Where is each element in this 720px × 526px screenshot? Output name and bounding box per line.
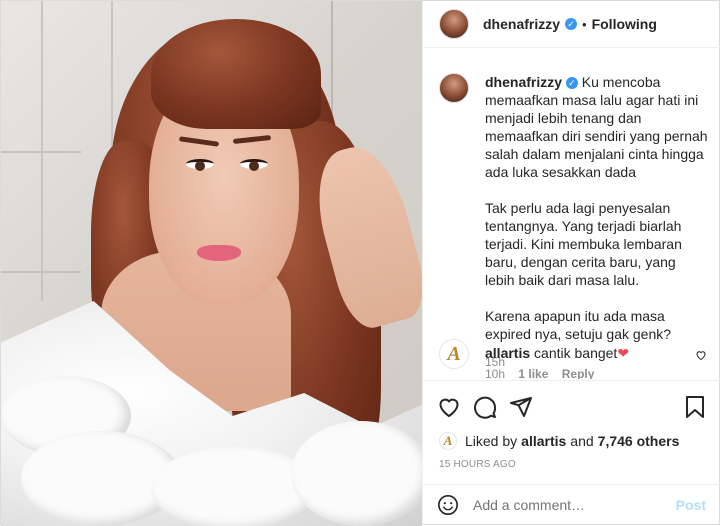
author-avatar[interactable]	[439, 9, 469, 39]
comment-likes[interactable]: 1 like	[518, 367, 548, 379]
post-timestamp[interactable]: 15 HOURS AGO	[439, 459, 516, 470]
comment-reply-button[interactable]: Reply	[562, 367, 595, 379]
liked-by-user[interactable]: allartis	[521, 433, 566, 449]
add-comment-input[interactable]	[473, 493, 663, 517]
post-header: dhenafrizzy ✓ • Following	[423, 1, 720, 48]
comment-row: A allartis cantik banget❤ 10h 1 like Rep…	[439, 339, 709, 379]
comment-meta: 10h 1 like Reply	[485, 367, 594, 379]
comment-username[interactable]: allartis	[485, 345, 530, 361]
caption-username[interactable]: dhenafrizzy	[485, 74, 562, 90]
caption-text: Ku mencoba memaafkan masa lalu agar hati…	[485, 74, 708, 342]
liker-avatar-icon[interactable]: A	[439, 432, 457, 450]
liked-by-count[interactable]: 7,746 others	[598, 433, 680, 449]
post-side-panel: dhenafrizzy ✓ • Following dhenafrizzy ✓ …	[422, 1, 720, 524]
verified-badge-icon: ✓	[565, 77, 578, 90]
caption-avatar[interactable]	[439, 73, 469, 103]
comment-text: cantik banget	[534, 345, 618, 361]
liked-by-conjunction: and	[570, 433, 594, 449]
comments-area: dhenafrizzy ✓ Ku mencoba memaafkan masa …	[423, 49, 720, 379]
action-bar	[423, 380, 720, 430]
following-button[interactable]: Following	[592, 16, 657, 32]
like-heart-icon[interactable]	[437, 395, 461, 419]
comment-bubble-icon[interactable]	[473, 395, 497, 419]
liked-by-prefix: Liked by	[465, 433, 518, 449]
save-bookmark-icon[interactable]	[684, 395, 706, 419]
verified-badge-icon: ✓	[565, 18, 578, 30]
caption-body: dhenafrizzy ✓ Ku mencoba memaafkan masa …	[485, 73, 709, 343]
caption-block: dhenafrizzy ✓ Ku mencoba memaafkan masa …	[439, 73, 709, 369]
heart-emoji-icon: ❤	[617, 345, 630, 361]
share-paper-plane-icon[interactable]	[509, 395, 533, 419]
add-comment-bar: Post	[423, 484, 720, 524]
liked-by-row: A Liked by allartis and 7,746 others	[439, 430, 714, 452]
post-comment-button[interactable]: Post	[676, 497, 706, 513]
comment-time[interactable]: 10h	[485, 367, 505, 379]
comment-body: allartis cantik banget❤	[485, 345, 629, 362]
comment-like-heart-icon[interactable]	[695, 349, 707, 361]
allartis-avatar-icon[interactable]: A	[439, 339, 469, 369]
emoji-smiley-icon[interactable]	[437, 494, 459, 516]
post-photo[interactable]	[1, 1, 422, 526]
lips	[197, 245, 241, 261]
author-username[interactable]: dhenafrizzy	[483, 16, 560, 32]
instagram-post: dhenafrizzy ✓ • Following dhenafrizzy ✓ …	[0, 0, 720, 526]
separator-dot: •	[582, 16, 587, 32]
